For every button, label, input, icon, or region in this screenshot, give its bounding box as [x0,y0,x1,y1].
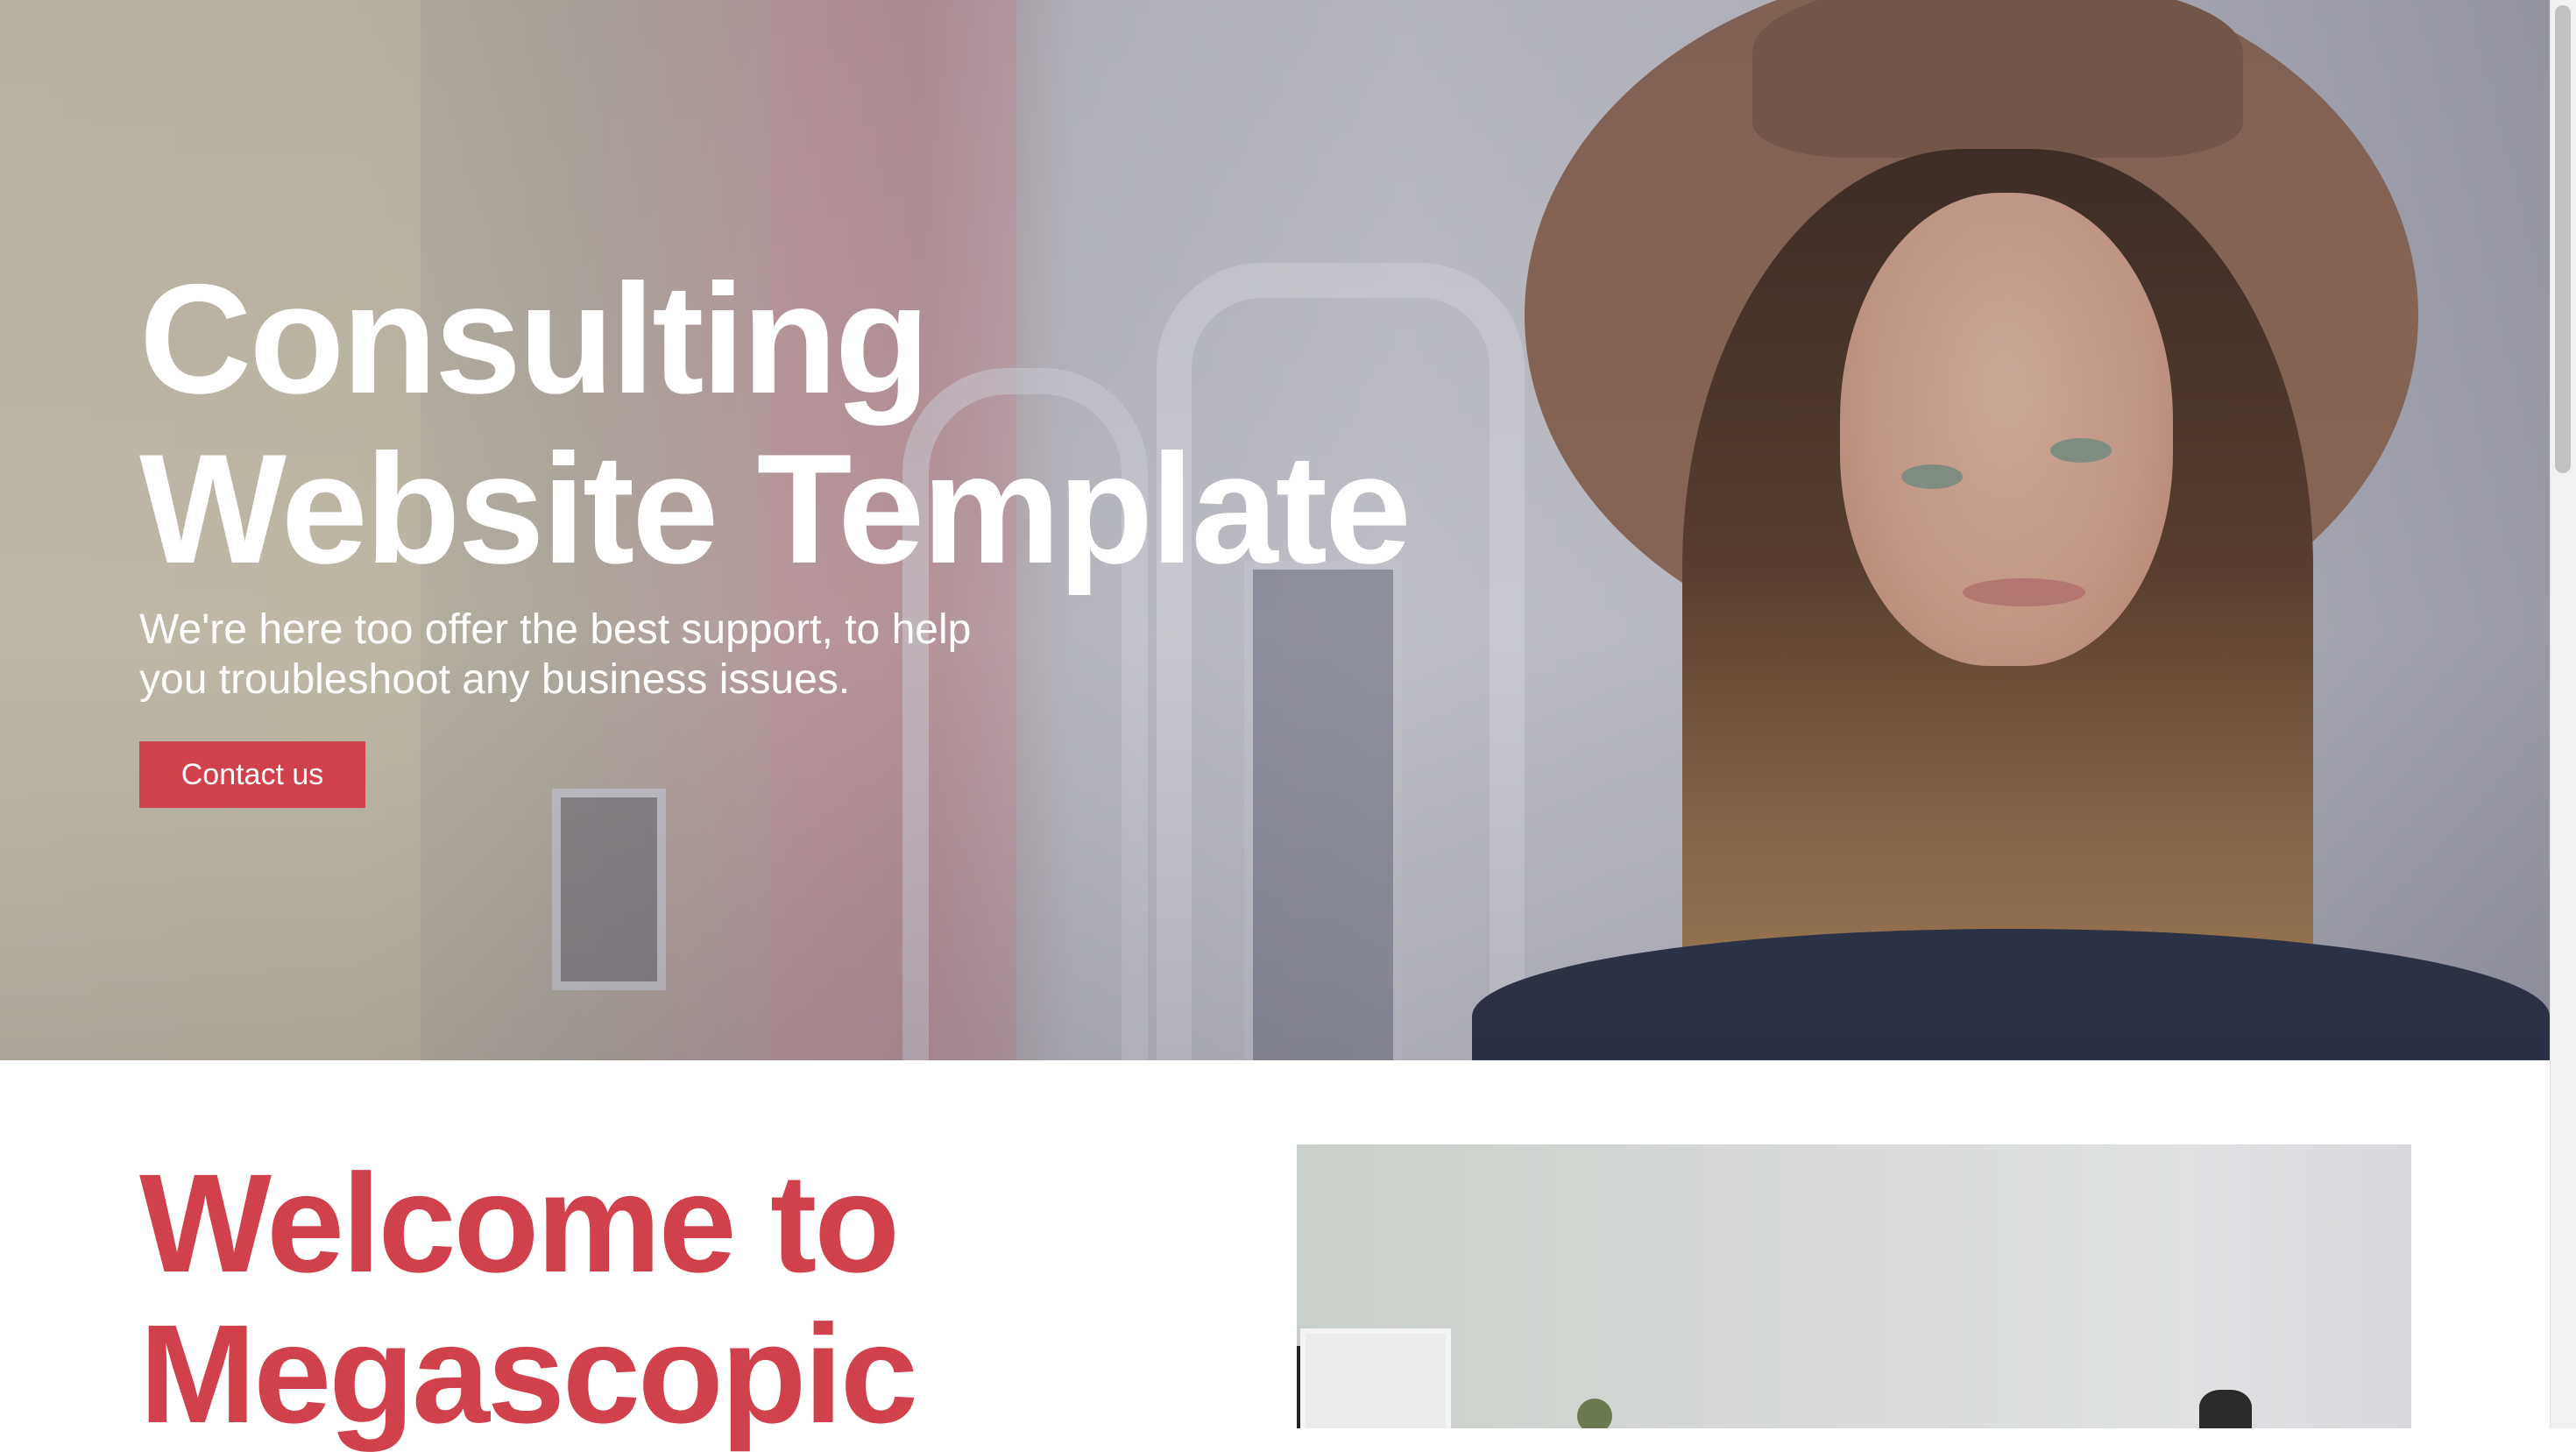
hero-section: Consulting Website Template We're here t… [0,0,2550,1060]
hero-content: Consulting Website Template We're here t… [139,254,1541,705]
scrollbar-thumb[interactable] [2555,5,2571,473]
hero-title: Consulting Website Template [139,251,1412,596]
welcome-heading: Welcome to Megascopic [139,1144,918,1452]
office-photo [1297,1144,2411,1428]
contact-us-button[interactable]: Contact us [139,741,365,808]
hero-subtitle: We're here too offer the best support, t… [139,606,972,703]
